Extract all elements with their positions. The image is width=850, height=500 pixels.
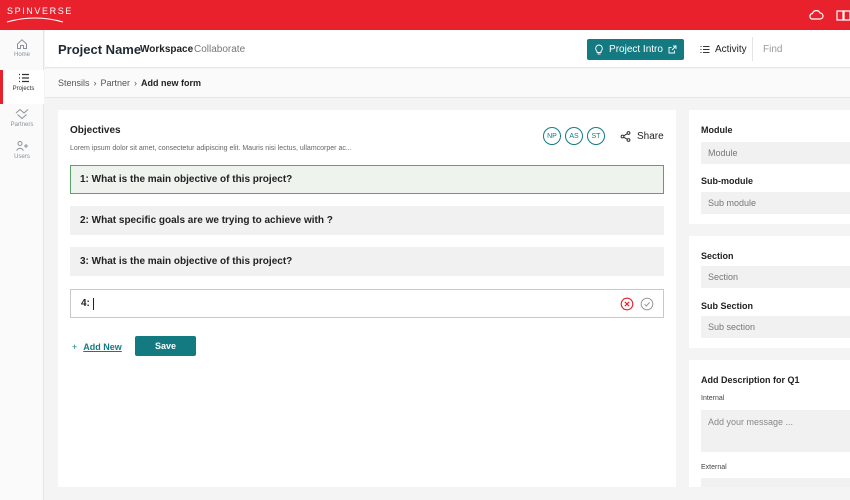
save-button[interactable]: Save <box>135 336 196 356</box>
section-field[interactable] <box>701 266 850 288</box>
share-button[interactable]: Share <box>620 131 664 142</box>
cloud-icon[interactable] <box>808 8 824 22</box>
question-row-3[interactable]: 3: What is the main objective of this pr… <box>70 247 664 276</box>
sidebar-item-users[interactable]: Users <box>0 140 44 174</box>
module-card: Module Sub-module <box>689 110 850 224</box>
new-question-input[interactable] <box>93 296 593 312</box>
sidebar-item-label: Home <box>13 52 30 58</box>
project-intro-label: Project Intro <box>609 44 663 55</box>
breadcrumb-item-partner[interactable]: Partner <box>101 78 131 88</box>
breadcrumb-bar: Stensils › Partner › Add new form <box>45 69 850 98</box>
sidebar-item-partners[interactable]: Partners <box>0 108 44 142</box>
sidebar-item-projects[interactable]: Projects <box>0 70 44 104</box>
handshake-icon <box>15 108 29 120</box>
activity-button[interactable]: Activity <box>700 44 747 55</box>
submodule-label: Sub-module <box>701 176 753 186</box>
share-icon <box>620 131 631 142</box>
sidebar: Home Projects Partners Users <box>0 30 44 500</box>
objectives-card: Objectives Lorem ipsum dolor sit amet, c… <box>58 110 676 487</box>
tab-collaborate[interactable]: Collaborate <box>194 44 245 55</box>
internal-message-field[interactable] <box>701 410 850 452</box>
sidebar-item-label: Partners <box>10 122 34 128</box>
lightbulb-icon <box>595 44 603 55</box>
users-icon <box>16 141 28 151</box>
logo-text: SPINVERSE <box>7 6 73 16</box>
question-row-2[interactable]: 2: What specific goals are we trying to … <box>70 206 664 235</box>
add-new-button[interactable]: + Add New <box>72 342 122 352</box>
home-icon <box>17 39 27 49</box>
external-message-field[interactable] <box>701 478 850 487</box>
activity-label: Activity <box>715 44 747 55</box>
avatar[interactable]: ST <box>587 127 605 145</box>
objectives-description: Lorem ipsum dolor sit amet, consectetur … <box>70 145 352 152</box>
question-row-1[interactable]: 1: What is the main objective of this pr… <box>70 165 664 194</box>
description-title: Add Description for Q1 <box>701 375 800 385</box>
sidebar-item-label: Users <box>14 154 30 160</box>
subsection-field[interactable] <box>701 316 850 338</box>
book-icon[interactable] <box>836 8 850 22</box>
description-card: Add Description for Q1 Internal External <box>689 360 850 487</box>
find-input[interactable] <box>752 37 850 61</box>
module-field[interactable] <box>701 142 850 164</box>
sidebar-item-label: Projects <box>12 86 35 92</box>
cancel-icon[interactable] <box>620 297 634 311</box>
external-label: External <box>701 464 727 471</box>
activity-list-icon <box>700 46 710 53</box>
new-question-row: 4: <box>70 289 664 318</box>
avatar[interactable]: NP <box>543 127 561 145</box>
page-title: Project Name <box>58 42 142 57</box>
list-icon <box>18 73 29 83</box>
module-label: Module <box>701 125 733 135</box>
breadcrumb-separator-icon: › <box>134 78 138 88</box>
new-question-number: 4: <box>81 298 90 309</box>
section-card: Section Sub Section <box>689 236 850 348</box>
submodule-field[interactable] <box>701 192 850 214</box>
external-link-icon <box>668 45 677 54</box>
tab-workspace[interactable]: Workspace <box>140 44 193 55</box>
breadcrumb: Stensils › Partner › Add new form <box>58 78 201 88</box>
logo-swoosh-icon <box>6 17 64 23</box>
section-label: Section <box>701 251 734 261</box>
sidebar-item-home[interactable]: Home <box>0 38 44 72</box>
confirm-check-icon[interactable] <box>640 297 654 311</box>
breadcrumb-item-stensils[interactable]: Stensils <box>58 78 90 88</box>
plus-icon: + <box>72 342 78 352</box>
add-new-label: Add New <box>83 342 122 352</box>
project-intro-button[interactable]: Project Intro <box>587 39 684 60</box>
internal-label: Internal <box>701 395 725 402</box>
share-label: Share <box>637 131 664 142</box>
objectives-title: Objectives <box>70 125 121 136</box>
breadcrumb-current: Add new form <box>141 78 202 88</box>
top-bar: SPINVERSE <box>0 0 850 30</box>
avatar[interactable]: AS <box>565 127 583 145</box>
page-header: Project Name Workspace Collaborate Proje… <box>45 30 850 68</box>
text-caret <box>93 298 94 310</box>
subsection-label: Sub Section <box>701 301 754 311</box>
breadcrumb-separator-icon: › <box>93 78 97 88</box>
